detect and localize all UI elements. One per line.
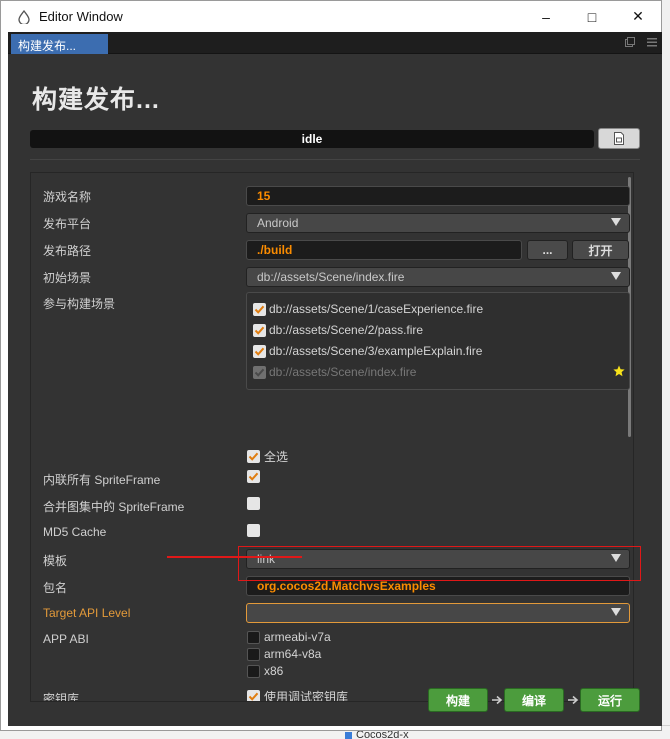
debug-keystore-toggle[interactable]: 使用调试密钥库 bbox=[247, 688, 349, 702]
browse-button[interactable]: ... bbox=[527, 240, 568, 260]
build-button[interactable]: 构建 bbox=[428, 688, 488, 712]
md5-cache-toggle[interactable] bbox=[247, 524, 260, 537]
game-name-input[interactable]: 15 bbox=[246, 186, 630, 206]
close-button[interactable]: ✕ bbox=[615, 1, 661, 32]
target-api-select[interactable] bbox=[246, 603, 630, 623]
menu-icon[interactable] bbox=[646, 36, 658, 48]
tab-build[interactable]: 构建发布... bbox=[11, 34, 108, 54]
abi-name: x86 bbox=[264, 664, 284, 678]
abi-name: armeabi-v7a bbox=[264, 630, 331, 644]
md5-cache-label: MD5 Cache bbox=[43, 525, 107, 539]
maximize-button[interactable]: □ bbox=[569, 1, 615, 32]
scene-path: db://assets/Scene/2/pass.fire bbox=[269, 323, 424, 337]
app-abi-label: APP ABI bbox=[43, 632, 89, 646]
merge-spriteframe-toggle[interactable] bbox=[247, 497, 260, 510]
start-scene-select[interactable]: db://assets/Scene/index.fire bbox=[246, 267, 630, 287]
checkbox[interactable] bbox=[247, 524, 260, 537]
inline-spriteframe-toggle[interactable] bbox=[247, 470, 260, 483]
build-path-label: 发布路径 bbox=[43, 244, 92, 258]
editor-window: Editor Window – □ ✕ 构建发布... 构建发布... idle bbox=[0, 0, 662, 731]
checkbox[interactable] bbox=[247, 630, 260, 644]
panel-tab-bar: 构建发布... bbox=[8, 32, 662, 54]
scene-item[interactable]: db://assets/Scene/2/pass.fire bbox=[253, 323, 423, 337]
arrow-right-icon bbox=[492, 695, 503, 705]
platform-label: 发布平台 bbox=[43, 217, 92, 231]
start-scene-label: 初始场景 bbox=[43, 271, 92, 285]
page-title: 构建发布... bbox=[32, 86, 160, 114]
abi-option[interactable]: armeabi-v7a bbox=[247, 630, 331, 644]
abi-option[interactable]: x86 bbox=[247, 664, 283, 678]
checkbox[interactable] bbox=[247, 470, 260, 483]
open-folder-button[interactable]: 打开 bbox=[572, 240, 629, 260]
debug-keystore-label: 使用调试密钥库 bbox=[264, 690, 349, 702]
abi-name: arm64-v8a bbox=[264, 647, 322, 661]
inline-spriteframe-label: 内联所有 SpriteFrame bbox=[43, 473, 161, 487]
dropdown-arrow-icon bbox=[611, 608, 621, 616]
annotation-box bbox=[238, 546, 641, 581]
scene-path: db://assets/Scene/3/exampleExplain.fire bbox=[269, 344, 483, 358]
title-bar[interactable]: Editor Window – □ ✕ bbox=[1, 1, 661, 32]
scene-item-disabled: db://assets/Scene/index.fire bbox=[253, 365, 416, 379]
window-title: Editor Window bbox=[39, 9, 123, 24]
platform-value: Android bbox=[257, 216, 299, 230]
log-button[interactable] bbox=[598, 128, 640, 149]
document-icon bbox=[614, 132, 624, 145]
checkbox[interactable] bbox=[253, 302, 266, 316]
target-api-label: Target API Level bbox=[43, 606, 131, 620]
cocos-icon bbox=[345, 731, 352, 739]
checkbox[interactable] bbox=[247, 450, 260, 463]
annotation-line bbox=[167, 556, 302, 558]
cocos-app-icon bbox=[17, 9, 31, 24]
checkbox[interactable] bbox=[253, 323, 266, 337]
abi-option[interactable]: arm64-v8a bbox=[247, 647, 321, 661]
dropdown-arrow-icon bbox=[611, 272, 621, 280]
run-button[interactable]: 运行 bbox=[580, 688, 640, 712]
checkbox[interactable] bbox=[247, 690, 260, 701]
build-panel: 构建发布... idle 游戏名称 15 发布平台 Android 发布路径 .… bbox=[8, 54, 662, 726]
compile-button[interactable]: 编译 bbox=[504, 688, 564, 712]
platform-select[interactable]: Android bbox=[246, 213, 630, 233]
checkbox-disabled bbox=[253, 365, 266, 379]
select-all-row[interactable]: 全选 bbox=[247, 448, 288, 465]
select-all-label: 全选 bbox=[264, 450, 289, 464]
checkbox[interactable] bbox=[247, 497, 260, 510]
arrow-right-icon bbox=[568, 695, 579, 705]
checkbox[interactable] bbox=[253, 344, 266, 358]
build-status-bar: idle bbox=[30, 130, 594, 148]
dropdown-arrow-icon bbox=[611, 218, 621, 226]
build-path-input[interactable]: ./build bbox=[246, 240, 522, 260]
divider bbox=[30, 159, 640, 160]
build-settings-form: 游戏名称 15 发布平台 Android 发布路径 ./build ... 打开… bbox=[30, 172, 634, 702]
scene-item[interactable]: db://assets/Scene/3/exampleExplain.fire bbox=[253, 344, 482, 358]
star-icon bbox=[613, 365, 625, 380]
popout-icon[interactable] bbox=[624, 36, 636, 48]
merge-spriteframe-label: 合并图集中的 SpriteFrame bbox=[43, 500, 185, 514]
package-name-label: 包名 bbox=[43, 581, 68, 595]
included-scenes-label: 参与构建场景 bbox=[43, 297, 116, 311]
game-name-label: 游戏名称 bbox=[43, 190, 92, 204]
keystore-label: 密钥库 bbox=[43, 692, 80, 702]
scene-path: db://assets/Scene/index.fire bbox=[269, 365, 417, 379]
minimize-button[interactable]: – bbox=[523, 1, 569, 32]
editor-area: 构建发布... 构建发布... idle 游戏名称 15 发布平台 Androi… bbox=[8, 32, 662, 726]
scene-list: db://assets/Scene/1/caseExperience.fire … bbox=[246, 292, 630, 390]
scene-item[interactable]: db://assets/Scene/1/caseExperience.fire bbox=[253, 302, 483, 316]
checkbox[interactable] bbox=[247, 647, 260, 661]
checkbox[interactable] bbox=[247, 664, 260, 678]
start-scene-value: db://assets/Scene/index.fire bbox=[257, 270, 405, 284]
scene-path: db://assets/Scene/1/caseExperience.fire bbox=[269, 302, 484, 316]
template-label: 模板 bbox=[43, 554, 68, 568]
